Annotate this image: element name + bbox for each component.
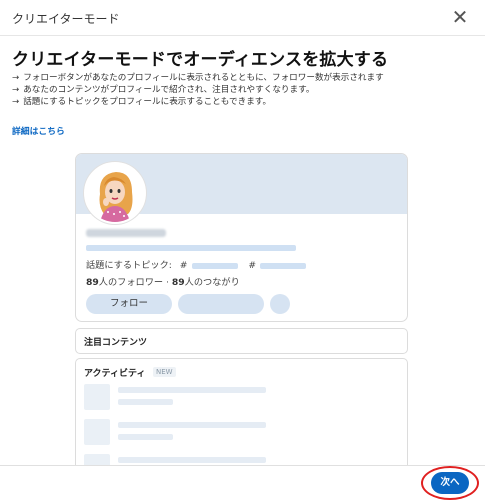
feature-item: → 話題にするトピックをプロフィールに表示することもできます。 xyxy=(12,97,272,107)
dialog-header: クリエイターモード ✕ xyxy=(0,0,485,36)
follow-button[interactable]: フォロー xyxy=(86,294,172,314)
topics-line: 話題にするトピック: # # xyxy=(86,257,314,271)
arrow-icon: → xyxy=(12,97,20,107)
activity-item xyxy=(84,384,384,412)
activity-item xyxy=(84,454,384,465)
page-title: クリエイターモードでオーディエンスを拡大する xyxy=(12,50,389,70)
profile-preview: 話題にするトピック: # # 89人のフォロワー · 89人のつながり フォロー… xyxy=(75,153,408,465)
dialog-title: クリエイターモード xyxy=(12,12,120,26)
profile-card: 話題にするトピック: # # 89人のフォロワー · 89人のつながり フォロー xyxy=(75,153,408,322)
blurred-name xyxy=(86,229,166,237)
topic-placeholder xyxy=(260,262,307,269)
new-badge: NEW xyxy=(153,367,176,377)
next-button[interactable]: 次へ xyxy=(431,472,469,494)
feature-item: → フォローボタンがあなたのプロフィールに表示されるとともに、フォロワー数が表示さ… xyxy=(12,73,384,83)
arrow-icon: → xyxy=(12,73,20,83)
close-icon[interactable]: ✕ xyxy=(449,6,471,28)
learn-more-link[interactable]: 詳細はこちら xyxy=(12,124,65,137)
more-button-placeholder[interactable] xyxy=(270,294,290,314)
activity-section: アクティビティ NEW xyxy=(75,358,408,465)
dialog-footer: 次へ xyxy=(0,465,485,500)
activity-item xyxy=(84,419,384,447)
featured-section: 注目コンテンツ xyxy=(75,328,408,354)
follower-stats: 89人のフォロワー · 89人のつながり xyxy=(86,277,240,288)
feature-item: → あなたのコンテンツがプロフィールで紹介され、注目されやすくなります。 xyxy=(12,85,315,95)
avatar xyxy=(84,162,146,224)
feature-list: → フォローボタンがあなたのプロフィールに表示されるとともに、フォロワー数が表示さ… xyxy=(12,72,384,108)
message-button-placeholder[interactable] xyxy=(178,294,264,314)
avatar-illustration-icon xyxy=(86,164,144,222)
arrow-icon: → xyxy=(12,85,20,95)
topic-placeholder xyxy=(191,262,238,269)
featured-label: 注目コンテンツ xyxy=(84,338,148,348)
activity-label: アクティビティ xyxy=(84,369,146,379)
blurred-headline xyxy=(86,245,296,251)
